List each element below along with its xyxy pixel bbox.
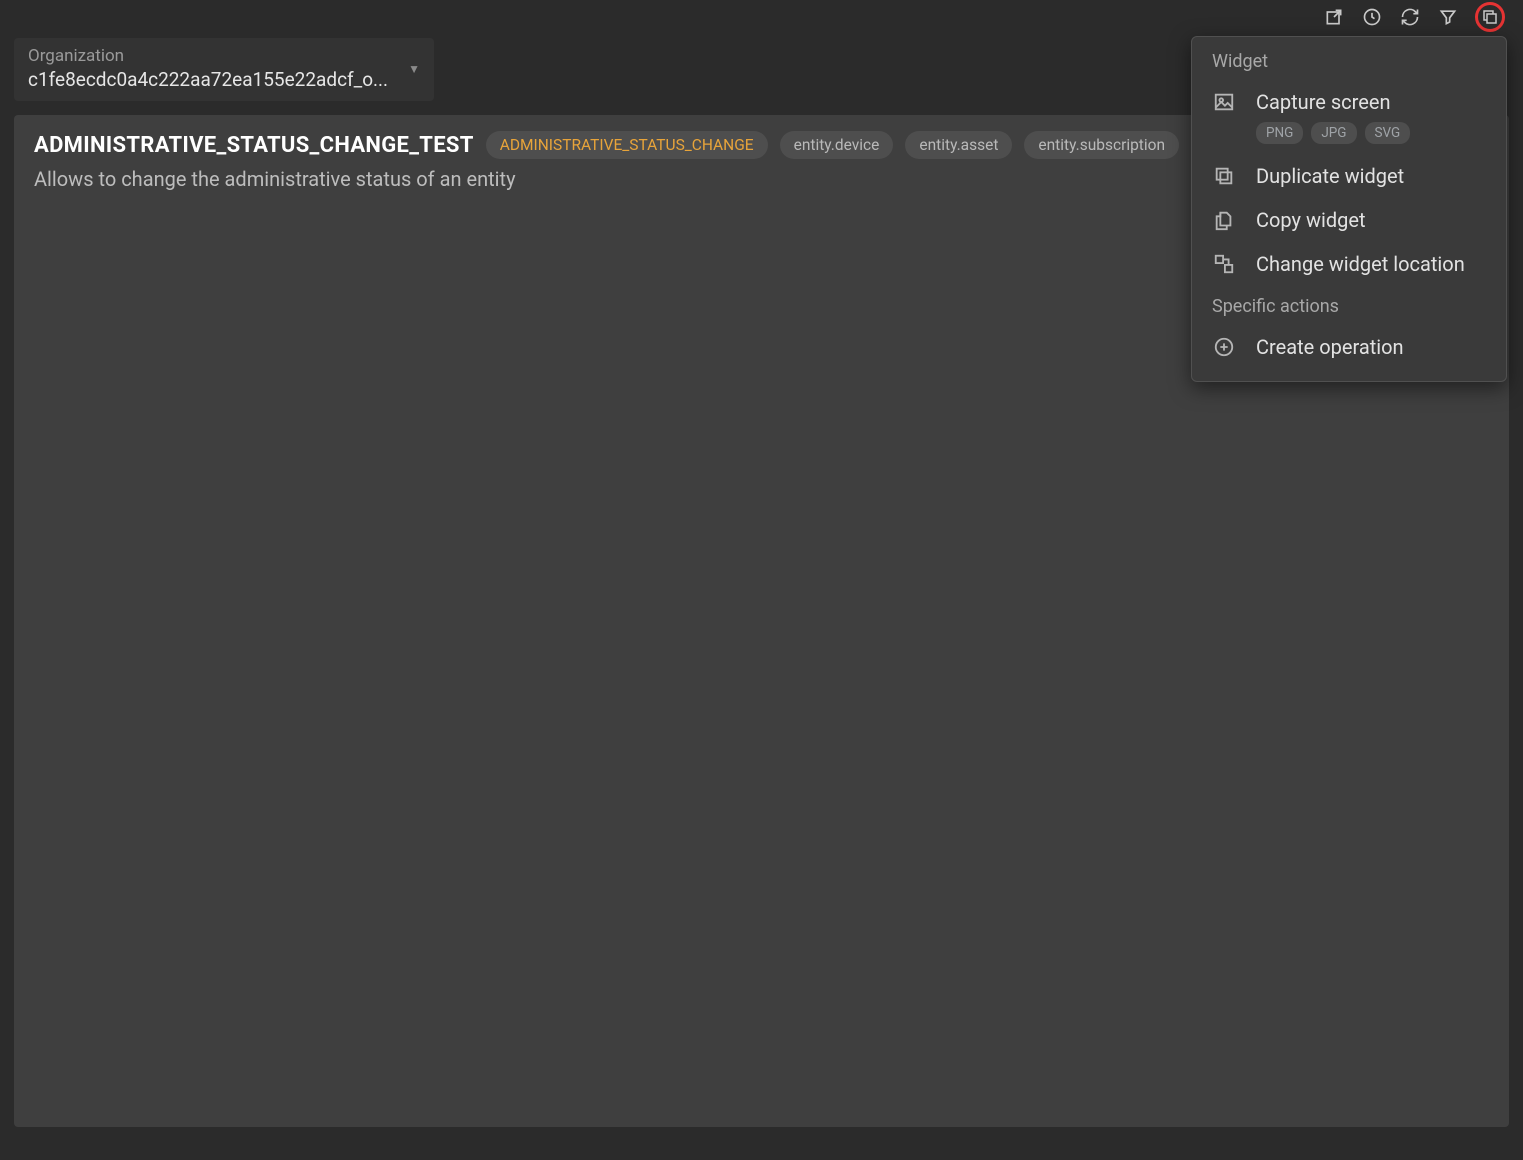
image-icon: [1212, 90, 1236, 114]
popout-icon[interactable]: [1323, 6, 1345, 28]
capture-screen-item[interactable]: Capture screen PNG JPG SVG: [1192, 80, 1506, 154]
panel-heading-specific: Specific actions: [1192, 286, 1506, 325]
organization-label: Organization: [28, 46, 388, 66]
widget-menu-button[interactable]: [1479, 6, 1501, 28]
chevron-down-icon: ▼: [408, 62, 420, 76]
duplicate-widget-label: Duplicate widget: [1256, 164, 1404, 188]
filter-icon[interactable]: [1437, 6, 1459, 28]
capture-screen-label: Capture screen: [1256, 90, 1410, 114]
create-operation-label: Create operation: [1256, 335, 1404, 359]
organization-value: c1fe8ecdc0a4c222aa72ea155e22adcf_o...: [28, 68, 388, 91]
duplicate-widget-item[interactable]: Duplicate widget: [1192, 154, 1506, 198]
capture-format-list: PNG JPG SVG: [1256, 122, 1410, 144]
copy-widget-label: Copy widget: [1256, 208, 1366, 232]
copy-icon: [1212, 208, 1236, 232]
plus-circle-icon: [1212, 335, 1236, 359]
refresh-icon[interactable]: [1399, 6, 1421, 28]
entity-tag[interactable]: entity.device: [780, 131, 894, 159]
create-operation-item[interactable]: Create operation: [1192, 325, 1506, 369]
primary-tag[interactable]: ADMINISTRATIVE_STATUS_CHANGE: [486, 131, 768, 159]
entity-tag[interactable]: entity.asset: [905, 131, 1012, 159]
format-jpg[interactable]: JPG: [1311, 122, 1356, 144]
duplicate-icon: [1212, 164, 1236, 188]
clock-icon[interactable]: [1361, 6, 1383, 28]
widget-menu-highlight: [1475, 2, 1505, 32]
entity-tag[interactable]: entity.subscription: [1024, 131, 1179, 159]
panel-heading-widget: Widget: [1192, 51, 1506, 80]
top-toolbar: [14, 0, 1509, 34]
organization-select[interactable]: Organization c1fe8ecdc0a4c222aa72ea155e2…: [14, 38, 434, 101]
move-icon: [1212, 252, 1236, 276]
format-svg[interactable]: SVG: [1365, 122, 1411, 144]
card-title: ADMINISTRATIVE_STATUS_CHANGE_TEST: [34, 133, 474, 158]
change-location-item[interactable]: Change widget location: [1192, 242, 1506, 286]
change-location-label: Change widget location: [1256, 252, 1465, 276]
format-png[interactable]: PNG: [1256, 122, 1303, 144]
copy-widget-item[interactable]: Copy widget: [1192, 198, 1506, 242]
widget-menu-panel: Widget Capture screen PNG JPG SVG Duplic…: [1191, 36, 1507, 382]
